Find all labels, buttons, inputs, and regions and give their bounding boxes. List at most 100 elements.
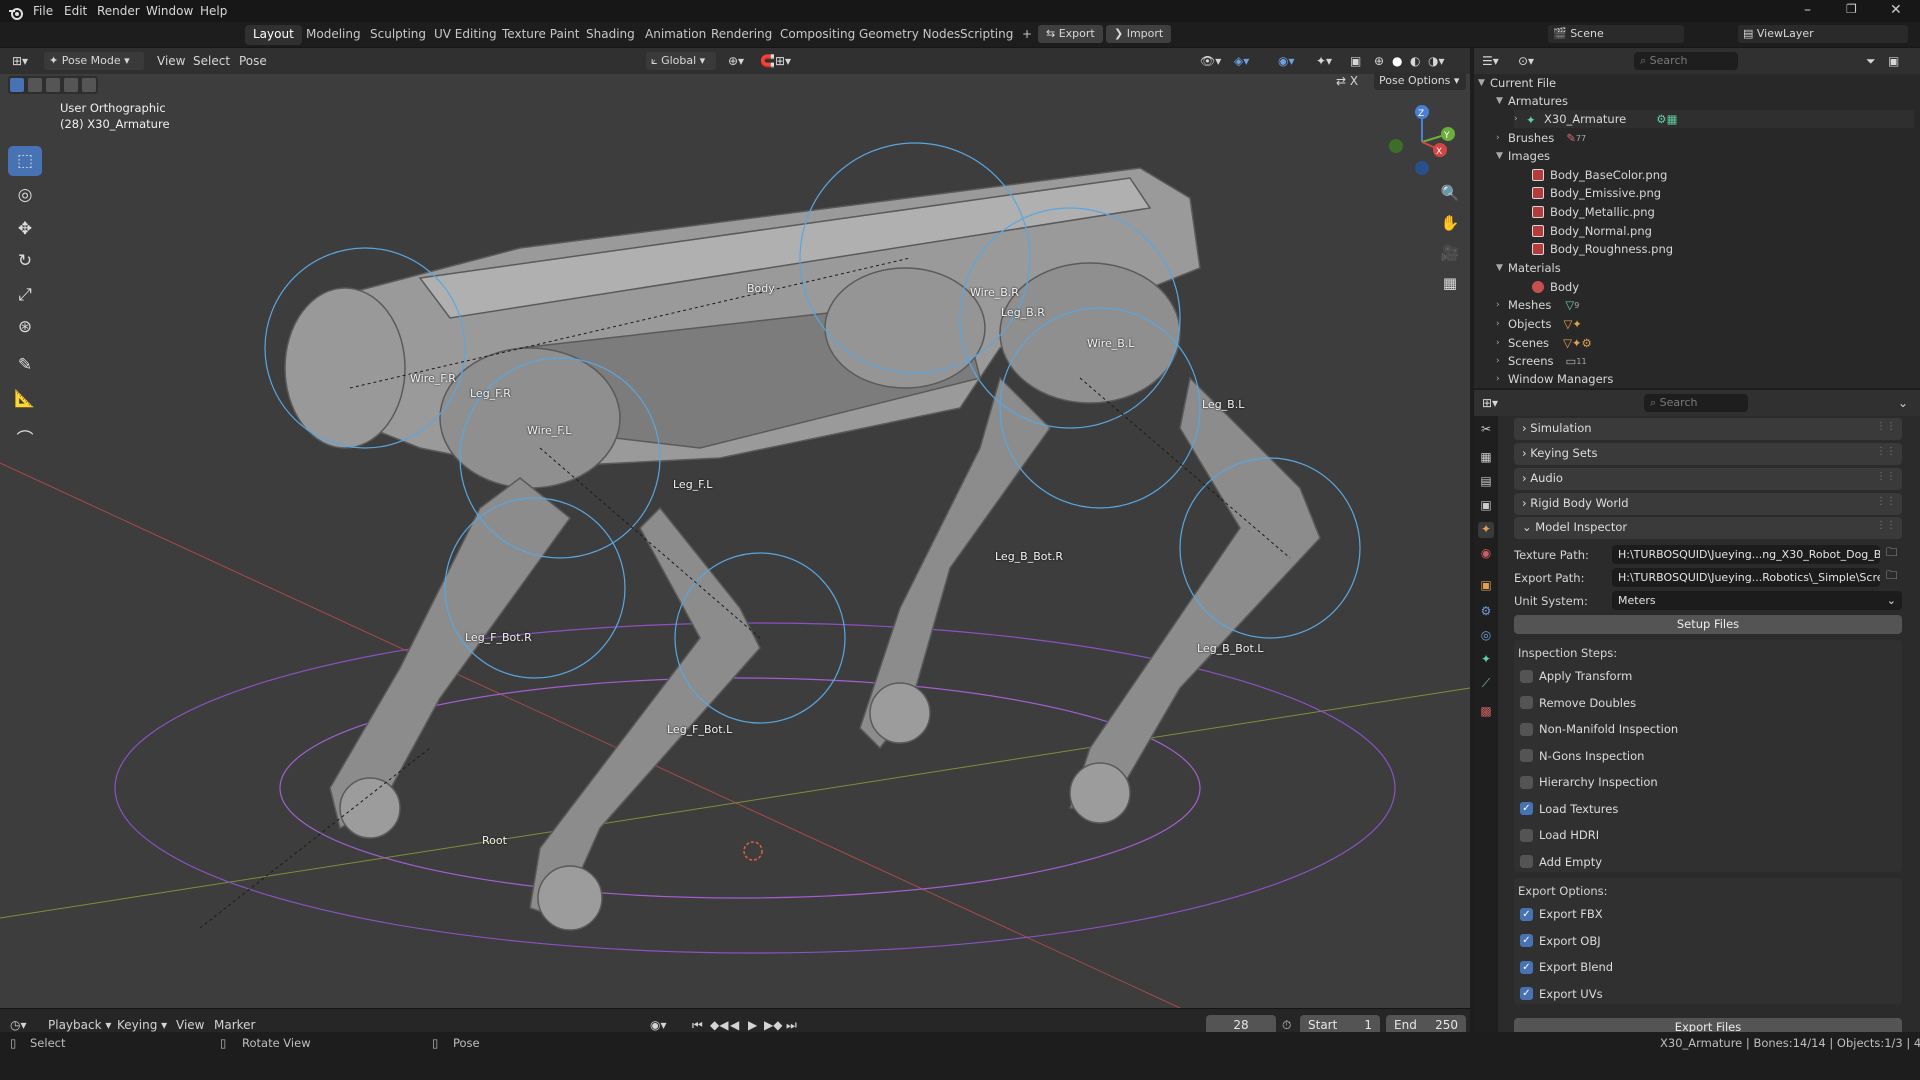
modifier-tab-icon[interactable]: ⚙ [1478,604,1494,620]
checkbox-row[interactable]: Hierarchy Inspection [1520,773,1658,791]
panel-audio[interactable]: › Audio ⋮⋮ [1514,468,1902,490]
physics-tab-icon[interactable]: ◎ [1478,628,1494,644]
zoom-icon[interactable]: 🔍 [1437,180,1463,206]
jump-start-icon[interactable]: ⏮ [692,1018,703,1033]
object-tab-icon[interactable]: ▣ [1478,578,1494,594]
outliner-images[interactable]: ▼ Images [1496,147,1550,165]
texture-tab-icon[interactable]: ▩ [1478,704,1494,720]
filter-icon[interactable]: ⏷ [1866,54,1876,69]
checkbox-icon[interactable] [1520,696,1533,709]
texture-path-field[interactable]: H:\TURBOSQUID\Jueying...ng_X30_Robot_Dog… [1612,545,1880,564]
ortho-grid-icon[interactable]: ▦ [1437,270,1463,296]
menu-marker[interactable]: Marker [214,1018,255,1032]
checkbox-checked-icon[interactable]: ✓ [1520,802,1533,815]
checkbox-row[interactable]: ✓ Export UVs [1520,985,1603,1003]
close-icon[interactable]: ✕ [1890,2,1902,18]
clock-icon[interactable]: ⏱ [1282,1018,1291,1033]
outliner-objects[interactable]: › Objects ▽✦ [1496,315,1582,333]
navigation-gizmo[interactable]: Z Y X [1382,102,1462,182]
checkbox-row[interactable]: ✓ Export FBX [1520,905,1603,923]
panel-model-inspector[interactable]: ⌄ Model Inspector ⋮⋮ [1514,517,1902,539]
blender-logo-icon[interactable] [8,5,24,21]
outliner-meshes[interactable]: › Meshes ▽ 9 [1496,296,1579,314]
setup-files-button[interactable]: Setup Files [1514,615,1902,634]
pan-hand-icon[interactable]: ✋ [1437,210,1463,236]
restore-icon[interactable]: ❐ [1846,2,1857,16]
checkbox-row[interactable]: Add Empty [1520,853,1602,871]
record-icon[interactable]: ◉▾ [650,1018,667,1032]
outliner-material-body[interactable]: Body [1532,278,1579,296]
outliner-image-item[interactable]: Body_Normal.png [1532,222,1652,240]
menu-render[interactable]: Render [97,4,140,18]
menu-window[interactable]: Window [146,4,193,18]
checkbox-icon[interactable] [1520,775,1533,789]
outliner-search-input[interactable]: ⌕ Search [1634,52,1738,70]
properties-options-icon[interactable]: ⌄ [1898,396,1908,410]
menu-edit[interactable]: Edit [64,4,87,18]
checkbox-row[interactable]: ✓ Export OBJ [1520,932,1601,950]
checkbox-icon[interactable] [1520,722,1533,736]
unit-system-dropdown[interactable]: Meters ⌄ [1612,591,1902,610]
display-mode-icon[interactable]: ⊙▾ [1518,54,1534,68]
checkbox-icon[interactable] [1520,669,1533,683]
checkbox-row[interactable]: Non-Manifold Inspection [1520,720,1678,738]
prev-keyframe-icon[interactable]: ◆◀ [710,1018,728,1032]
tab-modeling[interactable]: Modeling [298,25,369,45]
checkbox-checked-icon[interactable]: ✓ [1520,960,1533,974]
viewlayer-selector[interactable]: ▤ ViewLayer [1738,25,1908,43]
armature-data-tab-icon[interactable]: ✦ [1478,652,1494,668]
output-tab-icon[interactable]: ▤ [1478,474,1494,490]
menu-playback[interactable]: Playback ▾ [48,1018,111,1032]
menu-keying[interactable]: Keying ▾ [117,1018,167,1032]
outliner-brushes[interactable]: › Brushes ✎ 77 [1496,129,1586,147]
tab-texture-paint[interactable]: Texture Paint [494,25,587,45]
camera-icon[interactable]: 🎥 [1437,240,1463,266]
outliner-current-file[interactable]: ▼ Current File [1478,74,1556,92]
new-collection-icon[interactable]: ▣ [1888,54,1899,68]
checkbox-row[interactable]: Remove Doubles [1520,694,1636,712]
checkbox-checked-icon[interactable]: ✓ [1520,987,1533,1000]
outliner-editor-icon[interactable]: ☰▾ [1482,54,1499,68]
checkbox-row[interactable]: Apply Transform [1520,667,1632,685]
scene-selector[interactable]: 🎬 Scene [1548,25,1684,43]
menu-file[interactable]: File [33,4,53,18]
checkbox-row[interactable]: ✓ Export Blend [1520,958,1613,976]
export-button[interactable]: ⇆ Export [1038,25,1103,43]
tab-rendering[interactable]: Rendering [703,25,780,45]
checkbox-icon[interactable] [1520,855,1533,868]
panel-rigid-body-world[interactable]: › Rigid Body World ⋮⋮ [1514,493,1902,515]
panel-keying-sets[interactable]: › Keying Sets ⋮⋮ [1514,443,1902,465]
scene-tab-icon[interactable]: ✦ [1478,522,1494,538]
bone-tab-icon[interactable]: ⟋ [1478,676,1494,692]
jump-end-icon[interactable]: ⏭ [786,1018,797,1033]
outliner-x30-armature[interactable]: › ✦ X30_Armature ⚙▦ [1514,110,1914,128]
checkbox-checked-icon[interactable]: ✓ [1520,934,1533,947]
menu-timeline-view[interactable]: View [176,1018,204,1032]
timeline-editor-icon[interactable]: ◷▾ [10,1018,27,1032]
texture-folder-icon[interactable]: 🗀 [1886,545,1898,564]
properties-editor-icon[interactable]: ⊞▾ [1482,396,1498,410]
next-keyframe-icon[interactable]: ▶◆ [764,1018,782,1032]
outliner-materials[interactable]: ▼ Materials [1496,259,1561,277]
outliner-armatures[interactable]: ▼ Armatures [1496,92,1568,110]
tab-uv-editing[interactable]: UV Editing [426,25,505,45]
export-path-field[interactable]: H:\TURBOSQUID\Jueying...Robotics\_Simple… [1612,568,1880,587]
tab-scripting[interactable]: Scripting [952,25,1021,45]
checkbox-icon[interactable] [1520,828,1533,842]
tab-shading[interactable]: Shading [578,25,643,45]
outliner-screens[interactable]: › Screens ▭ 11 [1496,352,1587,370]
tab-layout[interactable]: Layout [245,25,302,45]
minimize-icon[interactable]: – [1804,2,1811,18]
tool-tab-icon[interactable]: ✂ [1478,422,1494,438]
tab-sculpting[interactable]: Sculpting [362,25,434,45]
outliner-image-item[interactable]: Body_Emissive.png [1532,184,1661,202]
outliner-image-item[interactable]: Body_Roughness.png [1532,240,1673,258]
view-layer-tab-icon[interactable]: ▣ [1478,498,1494,514]
panel-simulation[interactable]: › Simulation ⋮⋮ [1514,418,1902,440]
checkbox-icon[interactable] [1520,749,1533,762]
play-reverse-icon[interactable]: ◀ [730,1018,739,1032]
checkbox-row[interactable]: N-Gons Inspection [1520,747,1644,765]
export-folder-icon[interactable]: 🗀 [1886,568,1898,587]
checkbox-row[interactable]: Load HDRI [1520,826,1599,844]
tab-compositing[interactable]: Compositing [772,25,863,45]
